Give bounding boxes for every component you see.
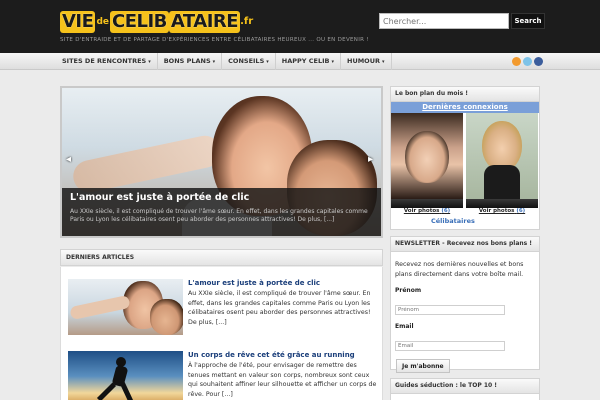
- first-name-field[interactable]: [395, 305, 505, 315]
- view-photos-label: Voir photos: [403, 208, 440, 214]
- email-label: Email: [395, 323, 414, 330]
- nav-item-label: CONSEILS: [228, 57, 265, 65]
- nav-item-sites-de-rencontres[interactable]: SITES DE RENCONTRES ▾: [56, 53, 158, 70]
- logo-word-de: de: [96, 16, 109, 27]
- slider-next-icon[interactable]: ▸: [368, 154, 373, 165]
- main-nav: SITES DE RENCONTRES ▾ BONS PLANS ▾ CONSEIL…: [0, 53, 600, 70]
- facebook-icon[interactable]: [534, 57, 543, 66]
- chevron-down-icon: ▾: [331, 59, 334, 65]
- chevron-down-icon: ▾: [266, 59, 269, 65]
- logo-word-celib: CELIB: [109, 10, 169, 33]
- newsletter-description: Recevez nos dernières nouvelles et bons …: [395, 261, 524, 278]
- profile-top: [484, 165, 520, 199]
- nav-item-label: HUMOUR: [347, 57, 380, 65]
- bon-plan-heading: Le bon plan du mois !: [391, 87, 539, 102]
- nav-item-bons-plans[interactable]: BONS PLANS ▾: [158, 53, 223, 70]
- nav-item-conseils[interactable]: CONSEILS ▾: [222, 53, 276, 70]
- email-field[interactable]: [395, 341, 505, 351]
- chevron-down-icon: ▾: [212, 59, 216, 65]
- nav-item-label: HAPPY CELIB: [281, 57, 330, 65]
- photo-count: (6): [441, 208, 451, 214]
- subscribe-button[interactable]: Je m'abonne: [396, 359, 450, 373]
- logo-tld: .fr: [240, 16, 254, 27]
- profile-photo[interactable]: [391, 113, 463, 199]
- top10-heading: Guides séduction : le TOP 10 !: [391, 379, 539, 394]
- nav-item-happy-celib[interactable]: HAPPY CELIB ▾: [276, 53, 341, 70]
- rss-icon[interactable]: [512, 57, 521, 66]
- last-connections-widget[interactable]: Dernières connexions Voir photos (6) Voi…: [391, 102, 539, 230]
- article-excerpt: À l'approche de l'été, pour envisager de…: [188, 362, 377, 398]
- newsletter-heading: NEWSLETTER - Recevez nos bons plans !: [391, 237, 539, 252]
- thumb-runner-leg: [96, 382, 117, 400]
- photo-count: (6): [516, 208, 526, 214]
- view-photos-label: Voir photos: [478, 208, 515, 214]
- last-connections-title[interactable]: Dernières connexions: [391, 102, 539, 113]
- latest-articles-list: L'amour est juste à portée de clic Au XX…: [60, 267, 383, 400]
- featured-slider[interactable]: ◂ ▸ L'amour est juste à portée de clic A…: [60, 86, 383, 238]
- slide-caption: L'amour est juste à portée de clic Au XX…: [62, 188, 381, 236]
- bon-plan-widget: Le bon plan du mois ! Dernières connexio…: [390, 86, 540, 230]
- view-photos-link[interactable]: Voir photos (6): [466, 208, 538, 214]
- view-photos-link[interactable]: Voir photos (6): [391, 208, 463, 214]
- profile-face: [405, 131, 449, 183]
- social-links: [512, 57, 543, 66]
- latest-articles-heading: DERNIERS ARTICLES: [60, 249, 383, 266]
- thumb-man: [150, 299, 183, 335]
- article-thumbnail[interactable]: [68, 279, 183, 335]
- slide-excerpt: Au XXIe siècle, il est compliqué de trou…: [70, 208, 368, 223]
- profile-actions-bar[interactable]: [391, 199, 463, 208]
- logo-word-vie: VIE: [60, 10, 96, 33]
- nav-item-label: SITES DE RENCONTRES: [62, 57, 147, 65]
- slide-image-arm: [70, 132, 224, 196]
- article-thumbnail[interactable]: [68, 351, 183, 400]
- article-excerpt: Au XXIe siècle, il est compliqué de trou…: [188, 290, 371, 326]
- profile-actions-bar[interactable]: [466, 199, 538, 208]
- site-header: VIE de CELIB ATAIRE .fr SITE D'ENTRAIDE …: [0, 0, 600, 53]
- site-tagline: SITE D'ENTRAIDE ET DE PARTAGE D'EXPÉRIEN…: [60, 37, 369, 43]
- top10-widget: Guides séduction : le TOP 10 !: [390, 378, 540, 400]
- article-title[interactable]: Un corps de rêve cet été grâce au runnin…: [188, 351, 355, 359]
- celibataires-logo[interactable]: Célibataires: [431, 217, 475, 225]
- chevron-down-icon: ▾: [148, 59, 151, 65]
- slider-prev-icon[interactable]: ◂: [66, 154, 71, 165]
- thumb-arm: [69, 294, 131, 321]
- newsletter-widget: NEWSLETTER - Recevez nos bons plans ! Re…: [390, 236, 540, 373]
- chevron-down-icon: ▾: [382, 59, 385, 65]
- nav-item-humour[interactable]: HUMOUR ▾: [341, 53, 392, 70]
- site-logo[interactable]: VIE de CELIB ATAIRE .fr: [60, 9, 253, 34]
- nav-item-label: BONS PLANS: [163, 57, 211, 65]
- first-name-label: Prénom: [395, 287, 422, 294]
- profile-photo[interactable]: [466, 113, 538, 199]
- article-title[interactable]: L'amour est juste à portée de clic: [188, 279, 320, 287]
- logo-word-ataire: ATAIRE: [168, 10, 241, 33]
- search-button[interactable]: Search: [511, 13, 545, 29]
- twitter-icon[interactable]: [523, 57, 532, 66]
- slide-title[interactable]: L'amour est juste à portée de clic: [70, 192, 373, 203]
- profile-face: [482, 121, 522, 171]
- thumb-runner-leg: [119, 380, 134, 400]
- search-input[interactable]: [379, 13, 509, 29]
